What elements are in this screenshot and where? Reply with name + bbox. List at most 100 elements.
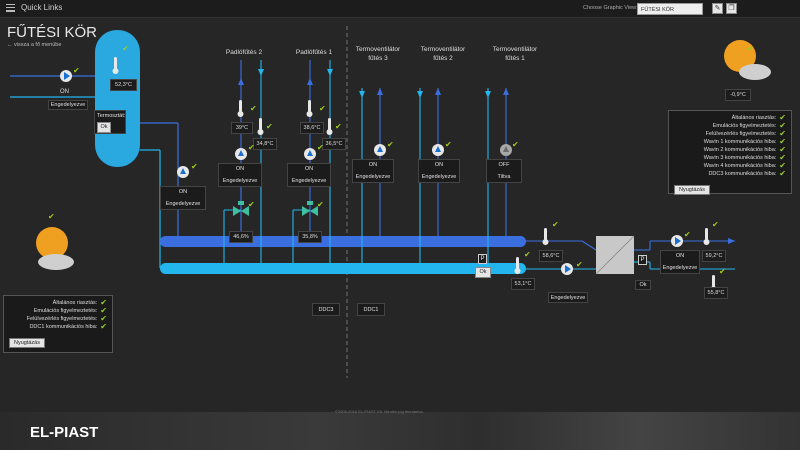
alarm-row-label: Általános riasztás: (52, 300, 98, 306)
circuit5-pump-panel[interactable]: OFF Tiltva (486, 159, 522, 183)
alarm-row-label: Felülvezérlés figyelmeztetés: (705, 131, 777, 137)
alarm-row: Felülvezérlés figyelmeztetés: ✔ (674, 130, 786, 138)
alarm-row-label: DDC1 kommunikációs hiba: (29, 324, 98, 330)
buffer-tank (95, 30, 140, 167)
check-icon: ✔ (248, 200, 255, 209)
pressure-icon-2: P (638, 255, 647, 265)
check-icon: ✔ (191, 162, 198, 171)
alarm-row-label: Wavin 1 kommunikációs hiba: (703, 139, 777, 145)
circuit3-pump-status: Engedelyezve (355, 174, 391, 180)
check-icon: ✔ (317, 200, 324, 209)
main-pump-status: Engedelyezve (165, 201, 201, 207)
check-icon: ✔ (576, 260, 583, 269)
check-icon: ✔ (266, 122, 273, 131)
check-icon: ✔ (317, 143, 324, 152)
check-icon: ✔ (122, 44, 129, 53)
alarm-row-label: Wavin 3 kommunikációs hiba: (703, 155, 777, 161)
third-pump-status: Engedelyezve (662, 265, 698, 271)
weather-icons (36, 40, 771, 270)
circuit5-pump-state: OFF (498, 162, 510, 168)
check-icon: ✔ (335, 122, 342, 131)
check-icon: ✔ (552, 220, 559, 229)
check-icon: ✔ (248, 143, 255, 152)
check-icon: ✔ (73, 66, 80, 75)
footer-bar (0, 412, 800, 450)
check-icon: ✔ (712, 220, 719, 229)
third-return-temp: 55,8°C (704, 287, 728, 299)
check-icon: ✔ (719, 267, 726, 276)
third-pump-panel[interactable]: ON Engedelyezve (660, 250, 700, 274)
alarm-row: Wavin 3 kommunikációs hiba: ✔ (674, 154, 786, 162)
return-header (160, 263, 526, 274)
circuit3-pump-panel[interactable]: ON Engedelyezve (352, 159, 394, 183)
circuit1-pump-state: ON (235, 166, 245, 172)
valve-icons (233, 201, 318, 216)
check-icon: ✔ (445, 140, 452, 149)
alarm-row-label: DDC3 kommunikációs hiba: (708, 171, 777, 177)
third-supply-temp: 59,2°C (702, 250, 726, 262)
alarm-row: Emulációs figyelmeztetés: ✔ (674, 122, 786, 130)
alarm-row-label: Felülvezérlés figyelmeztetés: (26, 316, 98, 322)
piping-diagram (10, 26, 771, 441)
circuit4-pump-status: Engedelyezve (421, 174, 457, 180)
circuit1-pump-panel[interactable]: ON Engedelyezve (218, 163, 262, 187)
tank-temp: 52,3°C (110, 79, 137, 91)
circuit2-valve-value: 35,8% (298, 231, 322, 243)
circuit2-return-temp: 36,5°C (322, 138, 346, 150)
ddc3-label[interactable]: DDC3 (312, 303, 340, 316)
outside-temp: -0,9°C (725, 89, 751, 101)
alarm-row-label: Wavin 2 kommunikációs hiba: (703, 147, 777, 153)
check-icon: ✔ (512, 140, 519, 149)
copyright-text: ©2006-2016 EL-PIAST Kft. Minden jog fenn… (335, 409, 424, 414)
circuit-title-4: Termoventilátor fűtés 2 (420, 46, 466, 62)
check-icon: ✔ (524, 250, 531, 259)
circuit-title-3: Termoventilátor fűtés 3 (355, 46, 401, 62)
check-icon: ✔ (779, 169, 786, 178)
circuit1-pump-status: Engedelyezve (222, 178, 258, 184)
brand-logo: EL-PIAST (30, 424, 99, 441)
check-icon: ✔ (250, 104, 257, 113)
secondary-return-temp: 53,1°C (511, 278, 535, 290)
main-pump-state: ON (178, 189, 188, 195)
acknowledge-button-right[interactable]: Nyugtázás (674, 185, 710, 195)
alarm-row: Általános riasztás: ✔ (9, 299, 107, 307)
alarm-row: Wavin 2 kommunikációs hiba: ✔ (674, 146, 786, 154)
third-pump-state: ON (675, 253, 685, 259)
check-icon: ✔ (48, 212, 55, 221)
circuit4-pump-panel[interactable]: ON Engedelyezve (418, 159, 460, 183)
acknowledge-button-left[interactable]: Nyugtázás (9, 338, 45, 348)
circuit1-supply-temp: 39°C (231, 122, 253, 134)
alarm-row-label: Általános riasztás: (731, 115, 777, 121)
tank-pump-status[interactable]: Engedelyezve (48, 100, 88, 110)
circuit-title-2: Padlófűtés 1 (295, 49, 333, 56)
circuit1-return-temp: 34,8°C (253, 138, 277, 150)
alarm-panel-left: Általános riasztás: ✔ Emulációs figyelmezt… (3, 295, 113, 353)
circuit2-supply-temp: 38,6°C (300, 122, 324, 134)
circuit-title-5: Termoventilátor fűtés 1 (492, 46, 538, 62)
pressure-status-1[interactable]: Ok (475, 267, 491, 278)
alarm-row: Felülvezérlés figyelmeztetés: ✔ (9, 315, 107, 323)
circuit3-pump-state: ON (368, 162, 378, 168)
circuit2-pump-status: Engedelyezve (291, 178, 327, 184)
thermostat-value[interactable]: Ok (97, 122, 111, 133)
circuit-title-1: Padlófűtés 2 (225, 49, 263, 56)
alarm-row-label: Wavin 4 kommunikációs hiba: (703, 163, 777, 169)
main-pump-panel[interactable]: ON Engedelyezve (160, 186, 206, 210)
tank-pump-state: ON (60, 89, 69, 95)
circuit5-pump-status: Tiltva (497, 174, 511, 180)
pressure-icon-1: P (478, 254, 487, 264)
check-icon: ✔ (387, 140, 394, 149)
secondary-pump-status[interactable]: Engedelyezve (548, 292, 588, 303)
check-icon: ✔ (319, 104, 326, 113)
thermostat-label: Termosztát: (97, 113, 126, 119)
check-icon: ✔ (100, 322, 107, 331)
alarm-panel-right: Általános riasztás: ✔ Emulációs figyelmezt… (668, 110, 792, 195)
alarm-row: DDC1 kommunikációs hiba: ✔ (9, 323, 107, 331)
alarm-row: Wavin 1 kommunikációs hiba: ✔ (674, 138, 786, 146)
circuit2-pump-panel[interactable]: ON Engedelyezve (287, 163, 331, 187)
thermostat-panel: Termosztát: Ok (94, 110, 126, 134)
alarm-row: DDC3 kommunikációs hiba: ✔ (674, 170, 786, 178)
pressure-status-2[interactable]: Ok (635, 280, 651, 290)
alarm-row: Emulációs figyelmeztetés: ✔ (9, 307, 107, 315)
ddc1-label[interactable]: DDC1 (357, 303, 385, 316)
